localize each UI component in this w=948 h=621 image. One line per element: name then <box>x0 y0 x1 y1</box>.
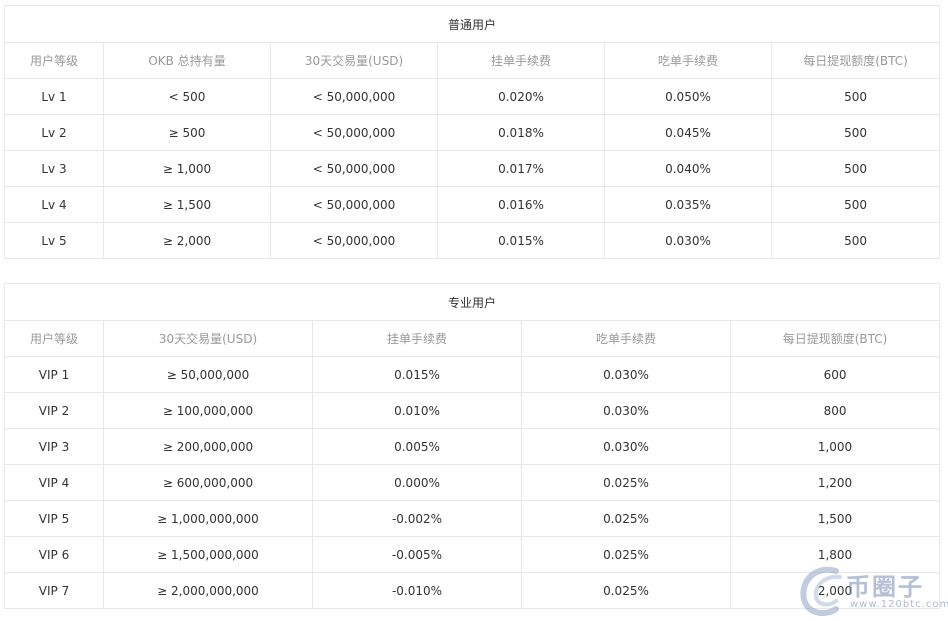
normal-table-title: 普通用户 <box>3 5 941 43</box>
table-cell: 500 <box>770 186 941 223</box>
table-cell: VIP 6 <box>4 536 104 573</box>
normal-user-fee-table: 普通用户 用户等级 OKB 总持有量 30天交易量(USD) 挂单手续费 吃单手… <box>3 5 941 259</box>
table-cell: < 50,000,000 <box>270 186 438 223</box>
table-cell: 0.010% <box>312 392 522 429</box>
table-cell: 2,000 <box>729 572 941 609</box>
table-cell: < 50,000,000 <box>270 222 438 259</box>
table-cell: VIP 2 <box>4 392 104 429</box>
column-header: 30天交易量(USD) <box>270 42 438 79</box>
table-cell: 500 <box>770 114 941 151</box>
table-cell: < 50,000,000 <box>270 150 438 187</box>
table-cell: 0.050% <box>604 78 772 115</box>
table-cell: 1,200 <box>729 464 941 501</box>
table-cell: Lv 2 <box>4 114 104 151</box>
table-cell: 0.045% <box>604 114 772 151</box>
table-row: VIP 6 ≥ 1,500,000,000 -0.005% 0.025% 1,8… <box>4 536 941 573</box>
table-cell: 0.017% <box>437 150 605 187</box>
table-cell: 500 <box>770 78 941 115</box>
table-cell: ≥ 1,000,000,000 <box>103 500 313 537</box>
table-cell: < 50,000,000 <box>270 78 438 115</box>
table-cell: ≥ 1,000 <box>103 150 271 187</box>
table-row: Lv 3 ≥ 1,000 < 50,000,000 0.017% 0.040% … <box>4 150 941 187</box>
table-cell: 0.016% <box>437 186 605 223</box>
table-cell: ≥ 1,500,000,000 <box>103 536 313 573</box>
table-cell: 0.035% <box>604 186 772 223</box>
table-row: Lv 2 ≥ 500 < 50,000,000 0.018% 0.045% 50… <box>4 114 941 151</box>
column-header: 吃单手续费 <box>604 42 772 79</box>
table-row: Lv 5 ≥ 2,000 < 50,000,000 0.015% 0.030% … <box>4 222 941 259</box>
table-cell: ≥ 200,000,000 <box>103 428 313 465</box>
table-cell: 0.015% <box>437 222 605 259</box>
pro-user-fee-table: 专业用户 用户等级 30天交易量(USD) 挂单手续费 吃单手续费 每日提现额度… <box>3 283 941 609</box>
table-cell: -0.002% <box>312 500 522 537</box>
table-row: VIP 4 ≥ 600,000,000 0.000% 0.025% 1,200 <box>4 464 941 501</box>
table-cell: 0.030% <box>604 222 772 259</box>
table-cell: VIP 4 <box>4 464 104 501</box>
table-cell: 1,800 <box>729 536 941 573</box>
table-cell: 1,500 <box>729 500 941 537</box>
table-cell: ≥ 1,500 <box>103 186 271 223</box>
column-header: 挂单手续费 <box>437 42 605 79</box>
table-row: VIP 2 ≥ 100,000,000 0.010% 0.030% 800 <box>4 392 941 429</box>
table-row: VIP 1 ≥ 50,000,000 0.015% 0.030% 600 <box>4 356 941 393</box>
table-cell: -0.005% <box>312 536 522 573</box>
column-header: 用户等级 <box>4 320 104 357</box>
column-header: 用户等级 <box>4 42 104 79</box>
column-header: 吃单手续费 <box>521 320 731 357</box>
table-cell: 0.025% <box>521 536 731 573</box>
table-row: VIP 5 ≥ 1,000,000,000 -0.002% 0.025% 1,5… <box>4 500 941 537</box>
table-cell: ≥ 2,000 <box>103 222 271 259</box>
table-cell: 0.025% <box>521 572 731 609</box>
table-cell: 0.030% <box>521 428 731 465</box>
table-row: Lv 1 < 500 < 50,000,000 0.020% 0.050% 50… <box>4 78 941 115</box>
table-cell: 0.030% <box>521 392 731 429</box>
table-cell: 500 <box>770 222 941 259</box>
column-header: 每日提现额度(BTC) <box>770 42 941 79</box>
table-cell: ≥ 2,000,000,000 <box>103 572 313 609</box>
table-cell: 600 <box>729 356 941 393</box>
column-header: 挂单手续费 <box>312 320 522 357</box>
table-row: VIP 3 ≥ 200,000,000 0.005% 0.030% 1,000 <box>4 428 941 465</box>
table-cell: 0.040% <box>604 150 772 187</box>
table-cell: Lv 1 <box>4 78 104 115</box>
column-header: 每日提现额度(BTC) <box>729 320 941 357</box>
table-cell: < 500 <box>103 78 271 115</box>
table-cell: 0.018% <box>437 114 605 151</box>
table-cell: 500 <box>770 150 941 187</box>
pro-table-header-row: 用户等级 30天交易量(USD) 挂单手续费 吃单手续费 每日提现额度(BTC) <box>4 320 941 357</box>
table-cell: ≥ 100,000,000 <box>103 392 313 429</box>
table-cell: 0.005% <box>312 428 522 465</box>
table-cell: VIP 7 <box>4 572 104 609</box>
table-cell: Lv 3 <box>4 150 104 187</box>
table-cell: < 50,000,000 <box>270 114 438 151</box>
table-cell: 0.025% <box>521 500 731 537</box>
column-header: OKB 总持有量 <box>103 42 271 79</box>
table-cell: 0.020% <box>437 78 605 115</box>
table-row: VIP 7 ≥ 2,000,000,000 -0.010% 0.025% 2,0… <box>4 572 941 609</box>
table-cell: 0.030% <box>521 356 731 393</box>
table-cell: ≥ 600,000,000 <box>103 464 313 501</box>
column-header: 30天交易量(USD) <box>103 320 313 357</box>
table-cell: VIP 3 <box>4 428 104 465</box>
table-cell: ≥ 500 <box>103 114 271 151</box>
table-cell: Lv 5 <box>4 222 104 259</box>
normal-table-header-row: 用户等级 OKB 总持有量 30天交易量(USD) 挂单手续费 吃单手续费 每日… <box>4 42 941 79</box>
table-cell: Lv 4 <box>4 186 104 223</box>
table-cell: ≥ 50,000,000 <box>103 356 313 393</box>
table-cell: VIP 1 <box>4 356 104 393</box>
table-cell: 0.000% <box>312 464 522 501</box>
table-row: Lv 4 ≥ 1,500 < 50,000,000 0.016% 0.035% … <box>4 186 941 223</box>
table-cell: 1,000 <box>729 428 941 465</box>
table-cell: VIP 5 <box>4 500 104 537</box>
table-cell: 0.025% <box>521 464 731 501</box>
table-cell: 0.015% <box>312 356 522 393</box>
table-cell: -0.010% <box>312 572 522 609</box>
pro-table-title: 专业用户 <box>3 283 941 321</box>
table-cell: 800 <box>729 392 941 429</box>
